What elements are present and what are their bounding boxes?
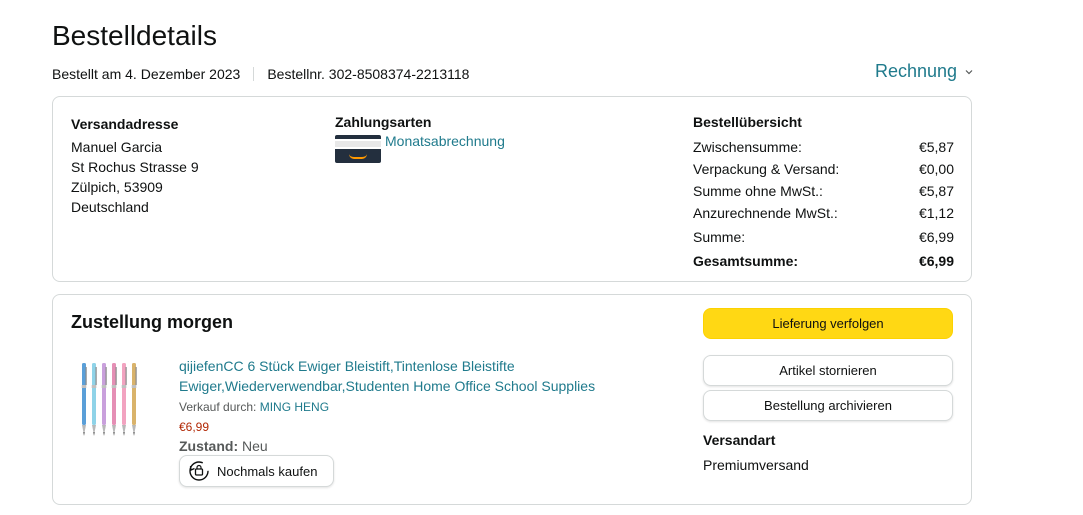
grand-total-label: Gesamtsumme: <box>693 253 799 269</box>
buy-again-icon <box>189 461 209 481</box>
summary-label: Anzurechnende MwSt.: <box>693 205 838 221</box>
summary-row: Summe ohne MwSt.: €5,87 <box>693 180 954 202</box>
condition-label: Zustand: <box>179 438 239 454</box>
product-image[interactable] <box>79 361 143 439</box>
summary-row: Verpackung & Versand: €0,00 <box>693 158 954 180</box>
product-details: qijiefenCC 6 Stück Ewiger Bleistift,Tint… <box>179 356 639 454</box>
summary-value: €0,00 <box>918 161 954 177</box>
payment-methods: Zahlungsarten Monatsabrechnung <box>335 114 505 163</box>
summary-heading: Bestellübersicht <box>693 114 802 130</box>
pencil-shape <box>81 363 87 436</box>
page-title: Bestelldetails <box>52 20 217 51</box>
summary-value: €5,87 <box>918 139 954 155</box>
shipping-address: Versandadresse Manuel Garcia St Rochus S… <box>71 114 199 217</box>
summary-row: Zwischensumme: €5,87 <box>693 136 954 158</box>
product-condition: Zustand: Neu <box>179 438 639 454</box>
pencil-shape <box>121 363 127 436</box>
summary-value: €6,99 <box>918 229 954 245</box>
chevron-down-icon <box>965 69 973 74</box>
delivery-heading: Zustellung morgen <box>71 312 233 332</box>
address-line: Deutschland <box>71 199 149 215</box>
buy-again-label: Nochmals kaufen <box>217 463 318 479</box>
address-line: Zülpich, 53909 <box>71 179 163 195</box>
summary-label: Summe: <box>693 229 746 245</box>
product-price: €6,99 <box>179 420 210 434</box>
buy-again-button[interactable]: Nochmals kaufen <box>179 455 334 487</box>
pencil-shape <box>111 363 117 436</box>
summary-label: Zwischensumme: <box>693 139 802 155</box>
summary-row: Anzurechnende MwSt.: €1,12 <box>693 202 954 224</box>
pencil-shape <box>131 363 137 436</box>
track-delivery-button[interactable]: Lieferung verfolgen <box>703 308 953 339</box>
grand-total-value: €6,99 <box>918 253 954 269</box>
order-date: Bestellt am 4. Dezember 2023 <box>52 66 241 82</box>
cancel-item-button[interactable]: Artikel stornieren <box>703 355 953 386</box>
grand-total-row: Gesamtsumme: €6,99 <box>693 250 954 272</box>
shipping-address-heading: Versandadresse <box>71 116 179 132</box>
summary-row: Summe: €6,99 <box>693 226 954 248</box>
archive-order-button[interactable]: Bestellung archivieren <box>703 390 953 421</box>
address-line: Manuel Garcia <box>71 139 163 155</box>
pencil-shape <box>101 363 107 436</box>
order-meta: Bestellt am 4. Dezember 2023 Bestellnr. … <box>52 66 469 82</box>
order-summary: Bestellübersicht Zwischensumme: €5,87 Ve… <box>693 114 954 272</box>
delivery-box: Zustellung morgen qijiefenCC 6 Stück Ewi… <box>52 294 972 505</box>
seller-info: Verkauf durch: MING HENG <box>179 400 639 414</box>
divider <box>253 67 255 81</box>
shipping-type-value: Premiumversand <box>703 457 809 473</box>
seller-prefix: Verkauf durch: <box>179 400 260 414</box>
payment-method-link[interactable]: Monatsabrechnung <box>385 133 505 149</box>
product-title-link[interactable]: qijiefenCC 6 Stück Ewiger Bleistift,Tint… <box>179 356 639 396</box>
summary-label: Summe ohne MwSt.: <box>693 183 823 199</box>
order-info-box: Versandadresse Manuel Garcia St Rochus S… <box>52 96 972 282</box>
invoice-label: Rechnung <box>875 61 958 81</box>
summary-value: €5,87 <box>918 183 954 199</box>
invoice-dropdown[interactable]: Rechnung <box>875 61 973 82</box>
shipping-type-heading: Versandart <box>703 432 776 448</box>
summary-value: €1,12 <box>918 205 954 221</box>
seller-link[interactable]: MING HENG <box>260 400 329 414</box>
summary-label: Verpackung & Versand: <box>693 161 840 177</box>
condition-value: Neu <box>242 438 268 454</box>
shipping-type: Versandart Premiumversand <box>703 432 809 473</box>
address-line: St Rochus Strasse 9 <box>71 159 199 175</box>
amazon-card-icon <box>335 135 381 163</box>
order-number: Bestellnr. 302-8508374-2213118 <box>267 66 470 82</box>
pencil-shape <box>91 363 97 436</box>
payment-heading: Zahlungsarten <box>335 114 432 130</box>
